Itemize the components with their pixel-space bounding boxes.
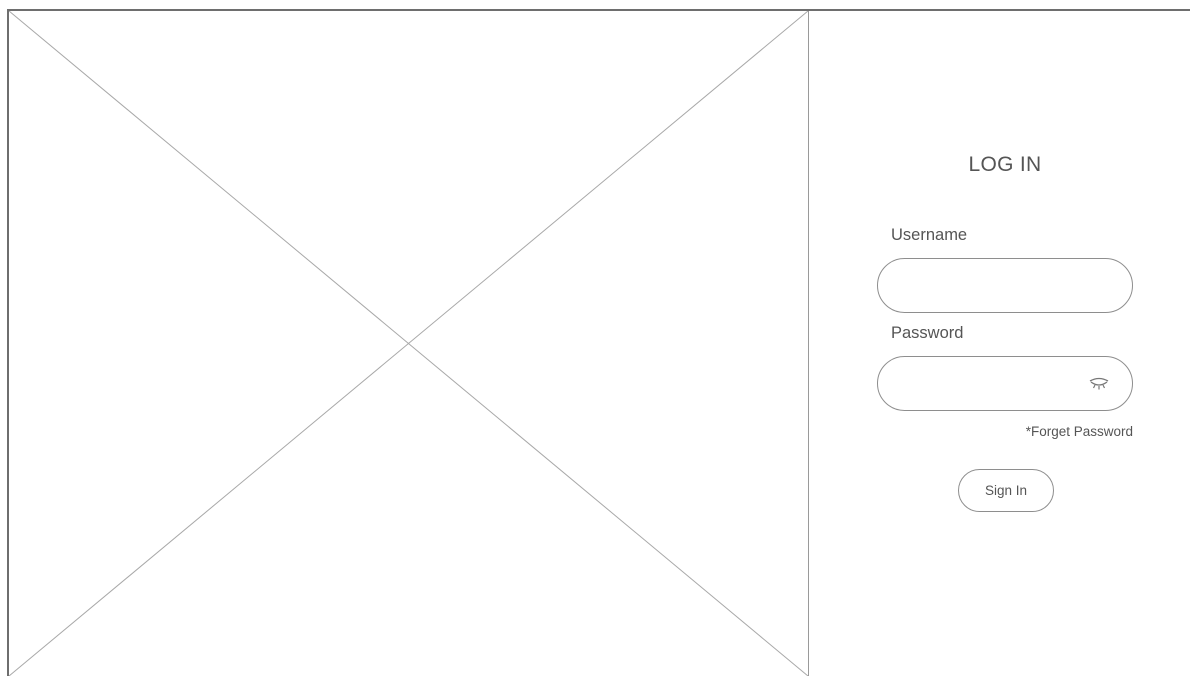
forgot-password-link[interactable]: *Forget Password bbox=[960, 424, 1133, 439]
password-label: Password bbox=[891, 324, 964, 342]
username-label: Username bbox=[891, 226, 968, 244]
password-field[interactable] bbox=[877, 356, 1133, 411]
image-placeholder-cross-icon bbox=[9, 11, 808, 676]
login-title: LOG IN bbox=[968, 153, 1042, 176]
username-field[interactable] bbox=[877, 258, 1133, 313]
eye-closed-icon[interactable] bbox=[1089, 377, 1109, 391]
sign-in-button[interactable]: Sign In bbox=[958, 469, 1054, 512]
image-placeholder bbox=[9, 11, 809, 676]
